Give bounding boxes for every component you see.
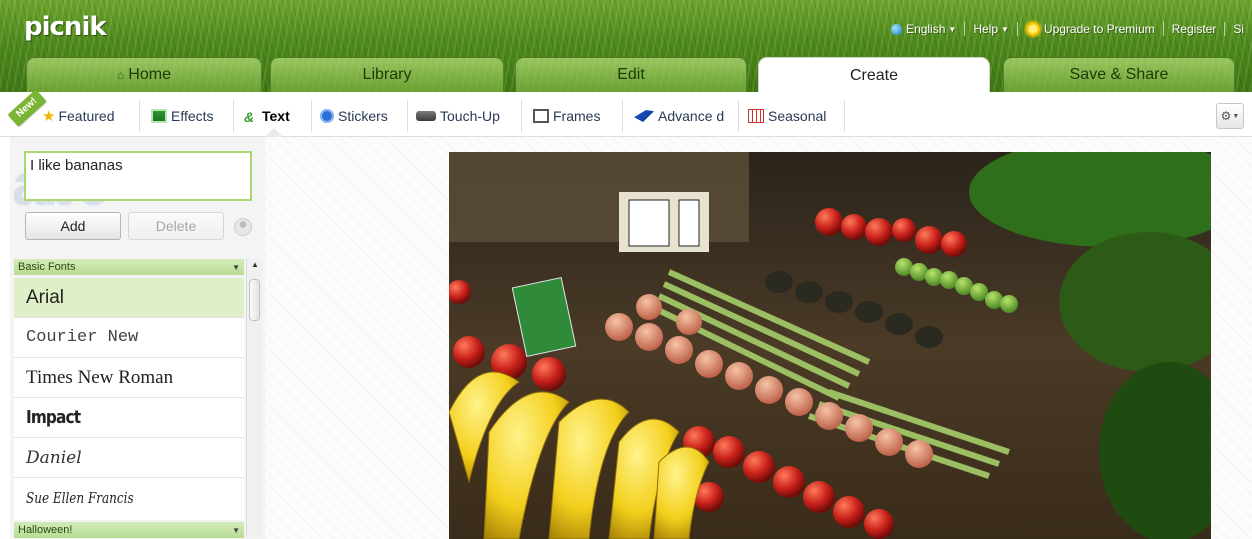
calendar-icon [748, 109, 764, 123]
font-list: Arial Courier New Times New Roman Impact… [14, 278, 244, 520]
toolbar-divider [139, 100, 140, 132]
help-menu[interactable]: Help ▼ [965, 22, 1018, 36]
chevron-down-icon: ▼ [948, 24, 957, 34]
touchup-icon [416, 111, 436, 121]
font-item-times-new-roman[interactable]: Times New Roman [14, 358, 244, 398]
tab-create[interactable]: Create [758, 57, 990, 93]
tab-edit[interactable]: Edit [515, 57, 747, 92]
top-nav: English ▼ Help ▼ Upgrade to Premium Regist… [883, 18, 1252, 40]
toolbar-effects[interactable]: Effects [151, 104, 214, 128]
sticker-icon [320, 109, 334, 123]
delete-text-button[interactable]: Delete [128, 212, 224, 240]
register-link[interactable]: Register [1164, 22, 1226, 36]
toolbar-divider [844, 100, 845, 132]
scroll-thumb[interactable] [249, 279, 260, 321]
font-item-impact[interactable]: Impact [14, 398, 244, 438]
font-item-daniel[interactable]: Daniel [14, 438, 244, 478]
globe-icon [891, 23, 903, 35]
section-halloween[interactable]: Halloween! ▼ [14, 522, 244, 538]
font-item-courier-new[interactable]: Courier New [14, 318, 244, 358]
toolbar-divider [407, 100, 408, 132]
chevron-down-icon: ▼ [1232, 112, 1240, 120]
chevron-down-icon: ▼ [232, 525, 240, 535]
language-selector[interactable]: English ▼ [883, 22, 966, 36]
settings-button[interactable]: ⚙ ▼ [1216, 103, 1244, 129]
effects-icon [151, 109, 167, 123]
toolbar-seasonal[interactable]: Seasonal [748, 104, 826, 128]
app-header: picnik English ▼ Help ▼ Upgrade to Premium… [0, 0, 1252, 93]
toolbar-frames[interactable]: Frames [533, 104, 600, 128]
tab-save-share[interactable]: Save & Share [1003, 57, 1235, 92]
home-icon: ⌂ [117, 68, 125, 82]
star-icon: ★ [42, 108, 56, 125]
advanced-icon [634, 110, 654, 122]
toolbar-divider [738, 100, 739, 132]
toolbar-divider [311, 100, 312, 132]
toolbar-touchup[interactable]: Touch-Up [416, 104, 500, 128]
chevron-down-icon: ▼ [232, 262, 240, 272]
active-tool-pointer [265, 128, 283, 137]
toolbar-divider [521, 100, 522, 132]
toolbar-stickers[interactable]: Stickers [320, 104, 388, 128]
app-logo[interactable]: picnik [24, 12, 107, 42]
toolbar-featured[interactable]: ★ Featured [42, 104, 115, 128]
add-text-button[interactable]: Add [25, 212, 121, 240]
sign-in-link[interactable]: Si [1225, 22, 1252, 36]
photo[interactable] [449, 152, 1211, 539]
text-icon: & [244, 109, 255, 125]
toolbar-text[interactable]: & Text [244, 104, 290, 128]
tab-home[interactable]: ⌂ Home [26, 57, 262, 92]
chevron-down-icon: ▼ [1001, 24, 1009, 34]
user-icon[interactable] [234, 218, 252, 236]
toolbar-advanced[interactable]: Advance d [634, 104, 724, 128]
text-input[interactable]: I like bananas [24, 151, 252, 201]
toolbar-divider [233, 100, 234, 132]
upgrade-link[interactable]: Upgrade to Premium [1018, 22, 1164, 36]
frames-icon [533, 109, 549, 123]
section-basic-fonts[interactable]: Basic Fonts ▼ [14, 259, 244, 275]
font-list-scrollbar[interactable]: ▲ [246, 259, 262, 537]
gear-icon: ⚙ [1220, 109, 1232, 123]
toolbar-divider [622, 100, 623, 132]
font-item-arial[interactable]: Arial [14, 278, 244, 318]
font-item-sue-ellen-francis[interactable]: Sue Ellen Francis [14, 478, 244, 518]
sun-icon [1025, 22, 1040, 36]
scroll-up-icon[interactable]: ▲ [249, 259, 261, 271]
tab-library[interactable]: Library [270, 57, 504, 92]
